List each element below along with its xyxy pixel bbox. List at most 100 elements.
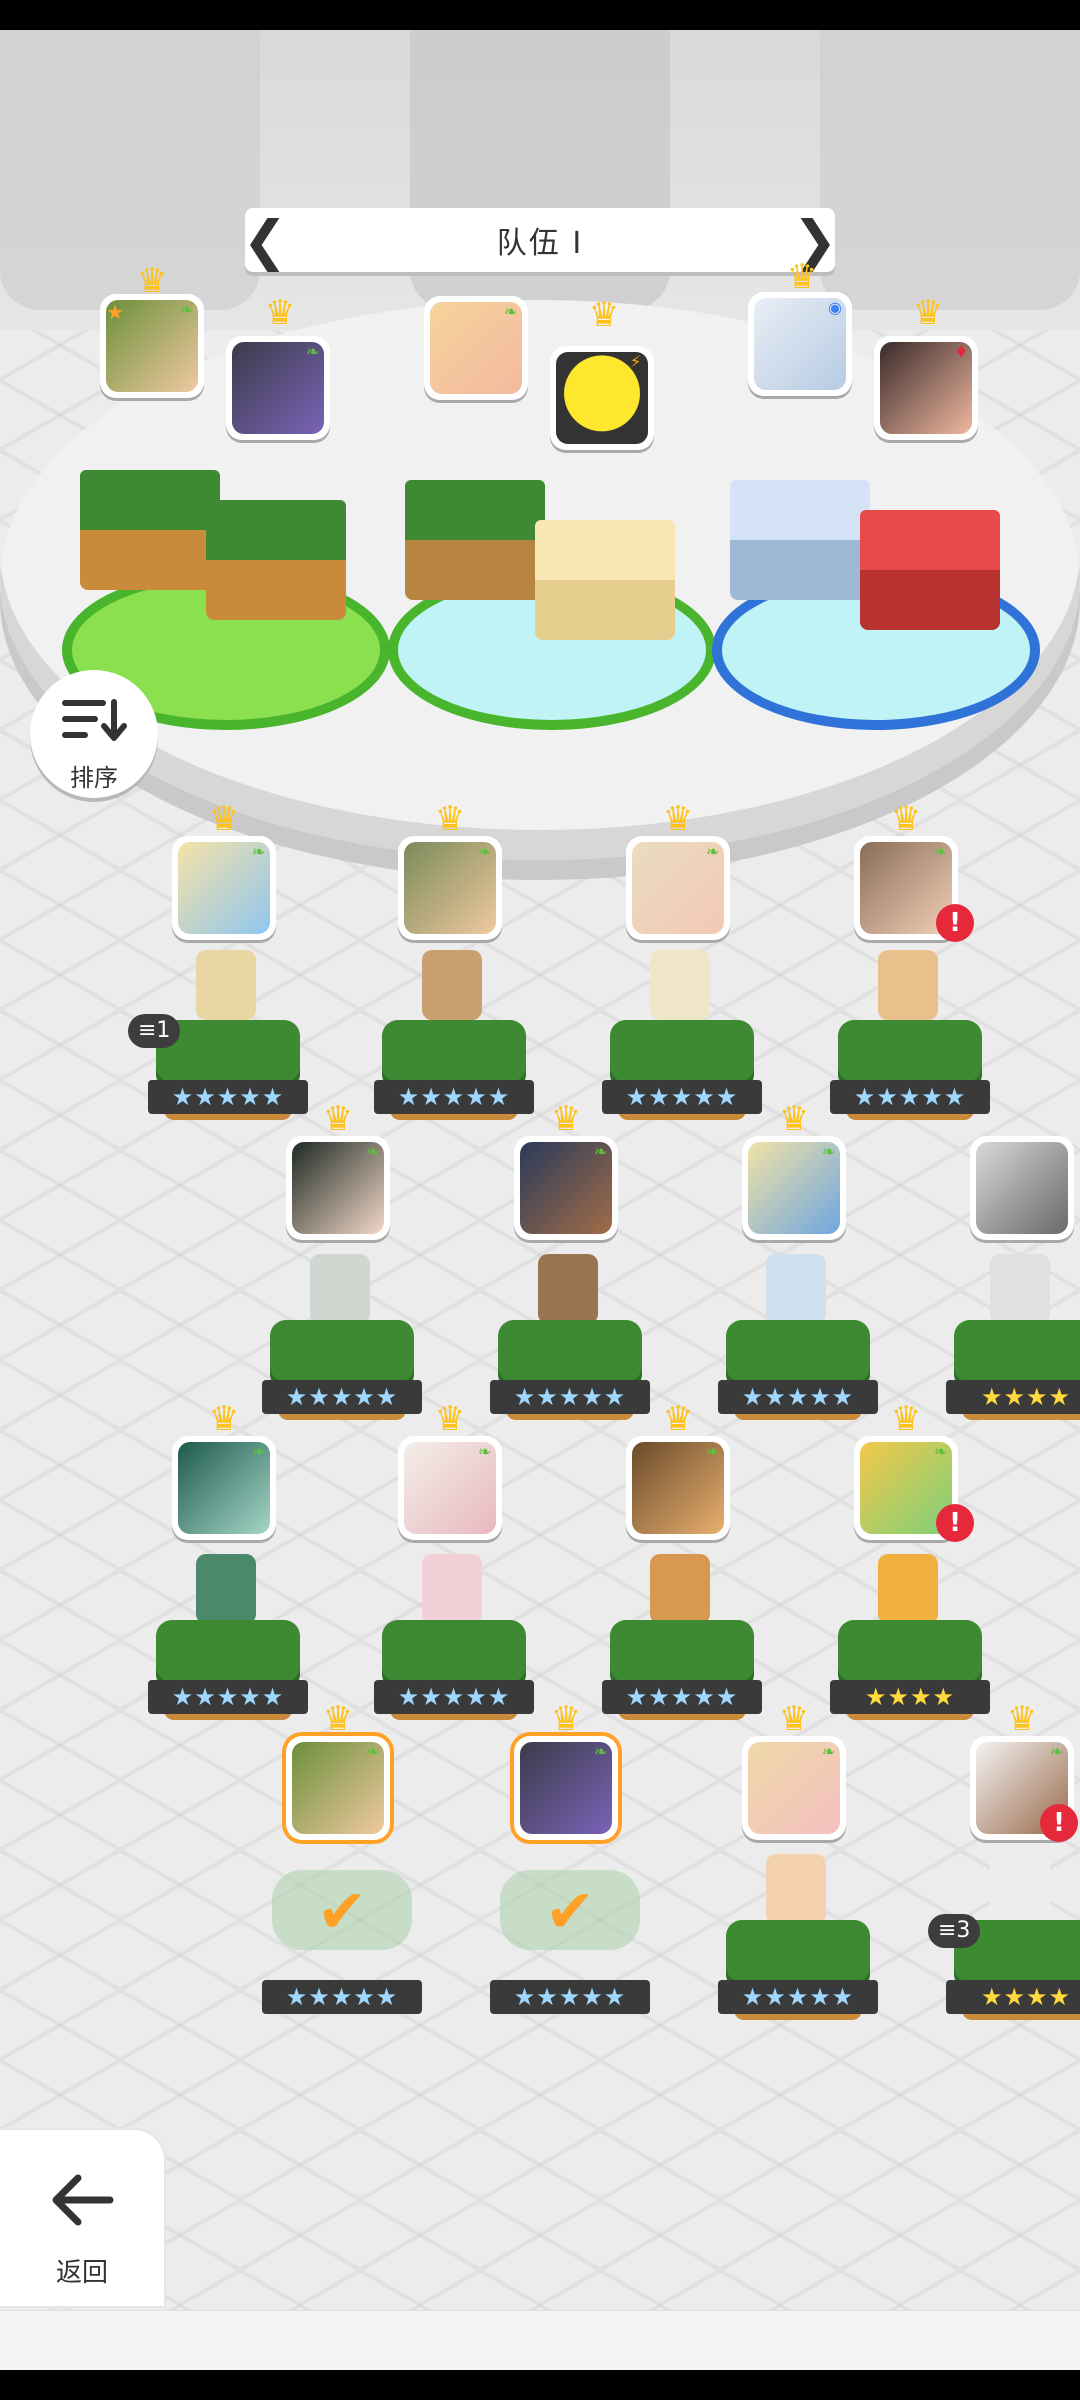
star-rating: ★★★★★ [148,1680,308,1714]
alert-icon: ! [936,1504,974,1542]
team-block-4[interactable] [535,520,675,640]
roster-portrait[interactable]: ❧ [514,1136,618,1240]
count-badge: ≡1 [128,1014,181,1048]
roster-portrait[interactable]: ❧ [286,1136,390,1240]
crown-icon: ♛ [434,799,466,839]
prev-team-button[interactable]: ❮ [242,208,287,272]
leaf-element-icon: ❧ [478,842,492,861]
star-rating: ★★★★★ [830,1080,990,1114]
roster-portrait[interactable]: ❧ [742,1136,846,1240]
crown-icon: ♛ [912,293,944,333]
lightning-element-icon: ⚡ [630,352,642,371]
star-rating: ★★★★★ [602,1680,762,1714]
leaf-element-icon: ❧ [934,1442,948,1461]
hero-sprite [310,1254,370,1324]
hero-sprite [990,1254,1050,1324]
leaf-element-icon: ❧ [1050,1742,1064,1761]
leaf-element-icon: ❧ [594,1742,608,1761]
star-rating: ★★★★★ [718,1380,878,1414]
team-block-6[interactable] [860,510,1000,630]
leader-star-icon: ★ [106,300,124,324]
crown-icon: ♛ [890,799,922,839]
sort-button[interactable]: 排序 [30,670,158,798]
check-icon: ✔ [316,1877,368,1947]
team-title-bar[interactable]: ❮ 队伍 I ❯ [242,208,838,272]
leaf-element-icon: ❧ [306,342,320,361]
leaf-element-icon: ❧ [366,1142,380,1161]
crown-icon: ♛ [136,261,168,301]
alert-icon: ! [1040,1804,1078,1842]
roster-portrait-selected[interactable]: ❧ [514,1736,618,1840]
check-icon: ✔ [544,1877,596,1947]
hero-sprite [878,950,938,1020]
crown-icon: ♛ [322,1099,354,1139]
team-portrait-5[interactable]: ◉ [748,292,852,396]
crown-icon: ♛ [786,257,818,297]
star-rating: ★★★★★ [718,1980,878,2014]
leaf-element-icon: ❧ [252,842,266,861]
roster-portrait[interactable]: ❧ [398,836,502,940]
crown-icon: ♛ [588,295,620,335]
roster-portrait[interactable]: ❧ [398,1436,502,1540]
star-rating: ★★★★★ [490,1380,650,1414]
star-rating: ★★★★ [946,1980,1080,2014]
crown-icon: ♛ [264,293,296,333]
crown-icon: ♛ [550,1099,582,1139]
team-title: 队伍 I [496,226,584,261]
star-rating: ★★★★ [830,1680,990,1714]
team-block-1[interactable] [80,470,220,590]
sort-label: 排序 [70,764,118,792]
team-block-5[interactable] [730,480,870,600]
star-rating: ★★★★★ [602,1080,762,1114]
back-label: 返回 [55,2258,108,2288]
leaf-element-icon: ❧ [706,1442,720,1461]
game-screen: ❮ 队伍 I ❯ ♛ ★ ❧ ♛ ❧ ❧ ♛ ⚡ ♛ ◉ ♛ ♦ 排序 ♛ ❧ … [0,30,1080,2370]
roster-portrait-selected[interactable]: ❧ [286,1736,390,1840]
leaf-element-icon: ❧ [504,302,518,321]
count-badge: ≡3 [928,1914,981,1948]
back-button[interactable]: 返回 [0,2130,164,2306]
team-block-2[interactable] [206,500,346,620]
crown-icon: ♛ [662,1399,694,1439]
star-rating: ★★★★★ [148,1080,308,1114]
roster-portrait[interactable]: ❧ [626,836,730,940]
star-rating: ★★★★★ [262,1380,422,1414]
leaf-element-icon: ❧ [180,300,194,319]
hero-sprite [878,1554,938,1624]
star-rating: ★★★★★ [262,1980,422,2014]
star-rating: ★★★★★ [490,1980,650,2014]
roster-portrait[interactable]: ❧ [172,836,276,940]
bottom-bar [0,2310,1080,2370]
sort-icon [62,699,127,741]
hero-sprite [990,1854,1050,1924]
alert-icon: ! [936,904,974,942]
star-rating: ★★★★ [946,1380,1080,1414]
arrow-left-icon [52,2174,114,2226]
team-portrait-3[interactable]: ❧ [424,296,528,400]
crown-icon: ♛ [322,1699,354,1739]
crown-icon: ♛ [890,1399,922,1439]
team-portrait-4[interactable]: ⚡ [550,346,654,450]
roster-portrait[interactable]: ❧ [742,1736,846,1840]
crown-icon: ♛ [778,1699,810,1739]
leaf-element-icon: ❧ [252,1442,266,1461]
team-block-3[interactable] [405,480,545,600]
crown-icon: ♛ [208,799,240,839]
star-rating: ★★★★★ [374,1080,534,1114]
leaf-element-icon: ❧ [706,842,720,861]
star-rating: ★★★★★ [374,1680,534,1714]
hero-sprite [196,950,256,1020]
crown-icon: ♛ [208,1399,240,1439]
hero-sprite [196,1554,256,1624]
hero-sprite [538,1254,598,1324]
roster-portrait[interactable]: ❧ [626,1436,730,1540]
roster-portrait[interactable]: ❧ [172,1436,276,1540]
fire-element-icon: ♦ [954,342,969,361]
team-portrait-1[interactable]: ★ ❧ [100,294,204,398]
team-portrait-2[interactable]: ❧ [226,336,330,440]
team-portrait-6[interactable]: ♦ [874,336,978,440]
hero-sprite [650,1554,710,1624]
crown-icon: ♛ [434,1399,466,1439]
roster-portrait[interactable] [970,1136,1074,1240]
leaf-element-icon: ❧ [822,1742,836,1761]
